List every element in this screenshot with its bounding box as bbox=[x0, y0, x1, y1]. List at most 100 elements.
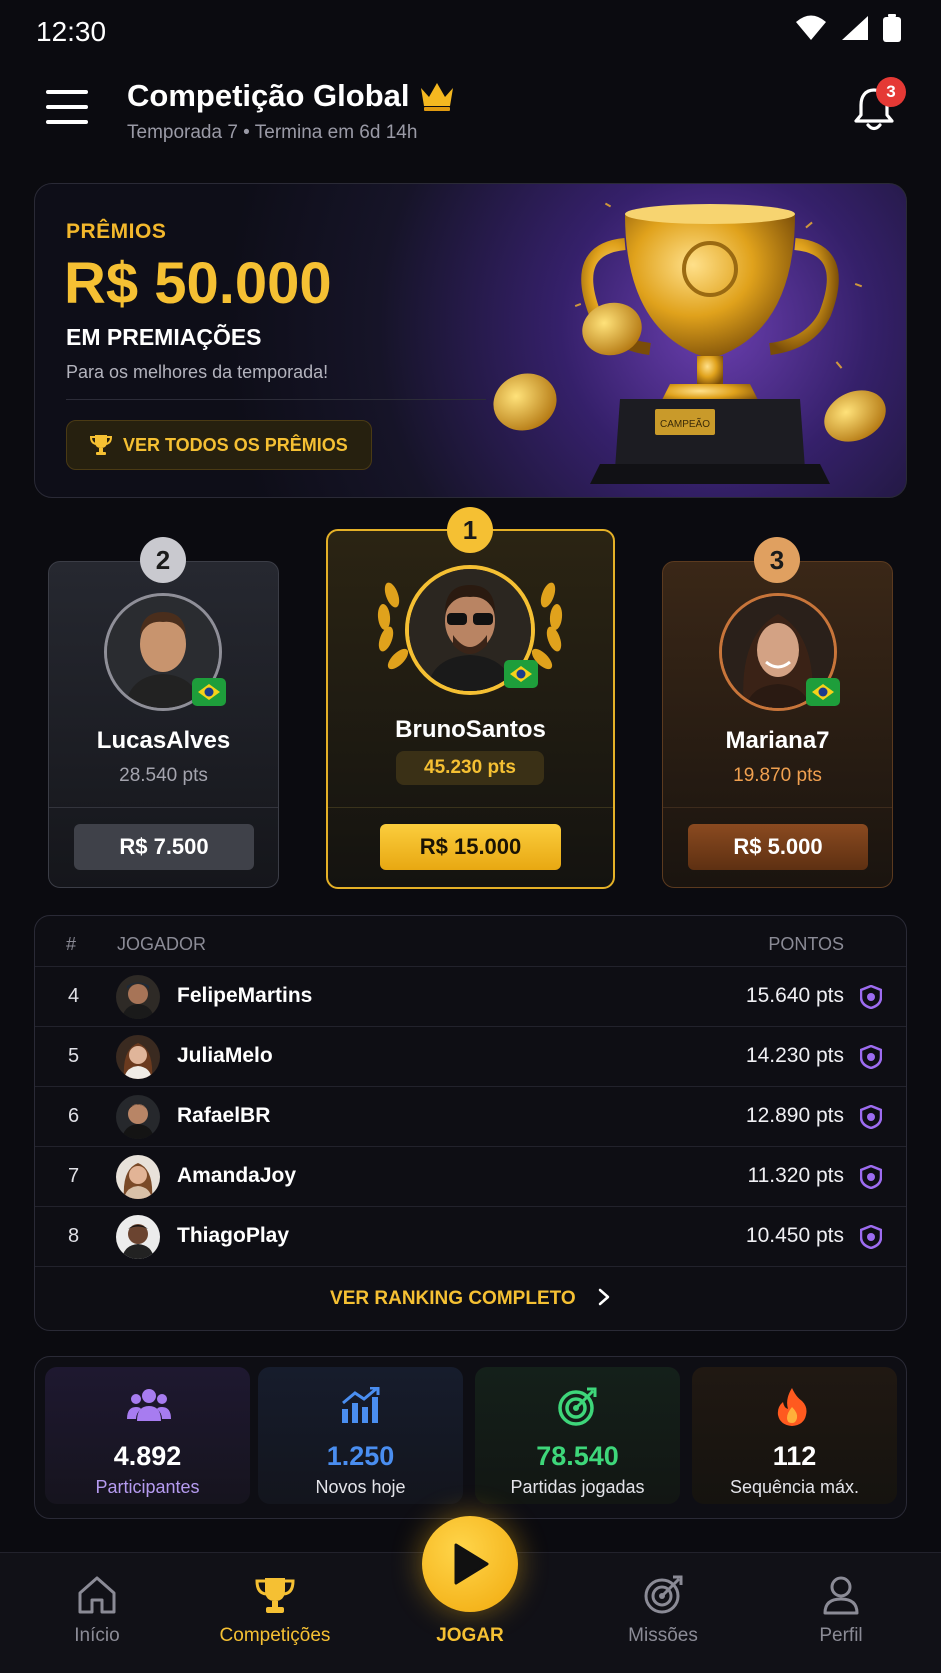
table-row[interactable]: 5 JuliaMelo 14.230 pts bbox=[35, 1026, 906, 1087]
stat-new-today: 1.250 Novos hoje bbox=[258, 1367, 463, 1504]
play-icon bbox=[454, 1543, 489, 1585]
avatar bbox=[116, 1095, 160, 1139]
row-rank: 8 bbox=[68, 1225, 80, 1247]
chevron-right-icon bbox=[598, 1288, 610, 1306]
trophy-illustration: CAMPEÃO bbox=[493, 202, 886, 484]
rank-badge-first: 1 bbox=[447, 507, 493, 553]
divider bbox=[66, 399, 486, 400]
row-rank: 4 bbox=[68, 985, 80, 1007]
nav-home-label: Início bbox=[74, 1625, 120, 1646]
shield-badge-icon bbox=[860, 1225, 882, 1249]
table-row[interactable]: 4 FelipeMartins 15.640 pts bbox=[35, 966, 906, 1027]
target-icon bbox=[558, 1387, 597, 1426]
view-all-prizes-button[interactable]: VER TODOS OS PRÊMIOS bbox=[66, 420, 372, 470]
avatar bbox=[116, 1215, 160, 1259]
podium-prize-third: R$ 5.000 bbox=[688, 824, 868, 870]
row-points: 11.320 pts bbox=[747, 1164, 844, 1187]
stat-label: Sequência máx. bbox=[729, 1477, 860, 1497]
battery-icon bbox=[883, 14, 901, 42]
chart-up-icon bbox=[342, 1387, 380, 1423]
shield-badge-icon bbox=[860, 1105, 882, 1129]
brazil-flag-icon bbox=[192, 678, 226, 706]
stat-max-streak: 112 Sequência máx. bbox=[692, 1367, 897, 1504]
page-title: Competição Global bbox=[127, 78, 410, 113]
view-all-prizes-label: VER TODOS OS PRÊMIOS bbox=[123, 434, 348, 455]
shield-badge-icon bbox=[860, 1045, 882, 1069]
status-icons bbox=[795, 14, 901, 42]
menu-icon[interactable] bbox=[46, 90, 88, 124]
avatar bbox=[116, 975, 160, 1019]
target-icon bbox=[644, 1575, 683, 1614]
rank-badge-second: 2 bbox=[140, 537, 186, 583]
brazil-flag-icon bbox=[504, 660, 538, 688]
stats-panel: 4.892 Participantes 1.250 Novos hoje 78.… bbox=[34, 1356, 907, 1519]
stat-value: 1.250 bbox=[326, 1441, 395, 1471]
table-row[interactable]: 6 RafaelBR 12.890 pts bbox=[35, 1086, 906, 1147]
stat-label: Participantes bbox=[95, 1477, 200, 1497]
stat-matches-played: 78.540 Partidas jogadas bbox=[475, 1367, 680, 1504]
row-player-name: ThiagoPlay bbox=[177, 1224, 290, 1247]
play-label: JOGAR bbox=[436, 1625, 504, 1646]
view-full-ranking-link[interactable]: VER RANKING COMPLETO bbox=[35, 1288, 906, 1310]
stat-label: Novos hoje bbox=[315, 1477, 406, 1497]
nav-missions[interactable]: Missões bbox=[593, 1575, 733, 1647]
row-points: 14.230 pts bbox=[745, 1044, 844, 1067]
prize-amount: R$ 50.000 bbox=[64, 251, 332, 316]
nav-competitions[interactable]: Competições bbox=[205, 1575, 345, 1647]
trophy-icon bbox=[255, 1578, 295, 1613]
podium-points-second: 28.540 pts bbox=[119, 765, 208, 786]
trophy-icon bbox=[89, 435, 113, 455]
season-subtitle: Temporada 7 • Termina em 6d 14h bbox=[127, 122, 418, 143]
view-full-ranking-label: VER RANKING COMPLETO bbox=[330, 1288, 576, 1309]
trophy-plate-text: CAMPEÃO bbox=[660, 417, 710, 430]
podium-name-second: LucasAlves bbox=[96, 727, 231, 754]
leaderboard: # JOGADOR PONTOS 4 FelipeMartins 15.640 … bbox=[34, 915, 907, 1331]
nav-home[interactable]: Início bbox=[27, 1575, 167, 1647]
signal-icon bbox=[842, 16, 868, 40]
row-player-name: AmandaJoy bbox=[177, 1164, 297, 1187]
table-row[interactable]: 7 AmandaJoy 11.320 pts bbox=[35, 1146, 906, 1207]
table-row[interactable]: 8 ThiagoPlay 10.450 pts bbox=[35, 1206, 906, 1267]
notification-badge: 3 bbox=[876, 77, 906, 107]
prize-subtitle: EM PREMIAÇÕES bbox=[66, 324, 262, 350]
avatar bbox=[116, 1155, 160, 1199]
row-rank: 5 bbox=[68, 1045, 80, 1067]
podium-name-first: BrunoSantos bbox=[395, 716, 546, 743]
column-header-player: JOGADOR bbox=[117, 934, 207, 954]
divider bbox=[49, 807, 278, 808]
divider bbox=[663, 807, 892, 808]
nav-profile[interactable]: Perfil bbox=[771, 1575, 911, 1647]
crown-icon bbox=[421, 83, 453, 111]
podium-name-third: Mariana7 bbox=[725, 727, 830, 754]
rank-badge-third: 3 bbox=[754, 537, 800, 583]
fire-icon bbox=[777, 1388, 807, 1426]
users-icon bbox=[127, 1389, 171, 1421]
prize-banner: PRÊMIOS R$ 50.000 EM PREMIAÇÕES Para os … bbox=[34, 183, 907, 498]
status-time: 12:30 bbox=[36, 16, 107, 47]
podium-points-first: 45.230 pts bbox=[396, 751, 544, 785]
prize-label: PRÊMIOS bbox=[66, 220, 167, 243]
home-icon bbox=[78, 1576, 116, 1614]
stat-label: Partidas jogadas bbox=[510, 1477, 645, 1497]
row-player-name: FelipeMartins bbox=[177, 984, 313, 1007]
column-header-rank: # bbox=[66, 934, 77, 954]
nav-profile-label: Perfil bbox=[819, 1625, 863, 1646]
stat-value: 112 bbox=[772, 1441, 817, 1471]
divider bbox=[328, 807, 613, 808]
stat-participants: 4.892 Participantes bbox=[45, 1367, 250, 1504]
row-player-name: RafaelBR bbox=[177, 1104, 271, 1127]
avatar bbox=[116, 1035, 160, 1079]
wifi-icon bbox=[796, 15, 826, 40]
stat-value: 4.892 bbox=[113, 1441, 182, 1471]
podium-prize-first: R$ 15.000 bbox=[380, 824, 561, 870]
play-button[interactable] bbox=[422, 1516, 518, 1612]
stat-value: 78.540 bbox=[536, 1441, 619, 1471]
column-header-points: PONTOS bbox=[768, 934, 844, 954]
nav-competitions-label: Competições bbox=[219, 1625, 331, 1646]
row-points: 10.450 pts bbox=[745, 1224, 844, 1247]
prize-description: Para os melhores da temporada! bbox=[66, 362, 329, 382]
shield-badge-icon bbox=[860, 1165, 882, 1189]
nav-missions-label: Missões bbox=[628, 1625, 698, 1646]
user-icon bbox=[823, 1576, 859, 1615]
row-rank: 7 bbox=[68, 1165, 80, 1187]
